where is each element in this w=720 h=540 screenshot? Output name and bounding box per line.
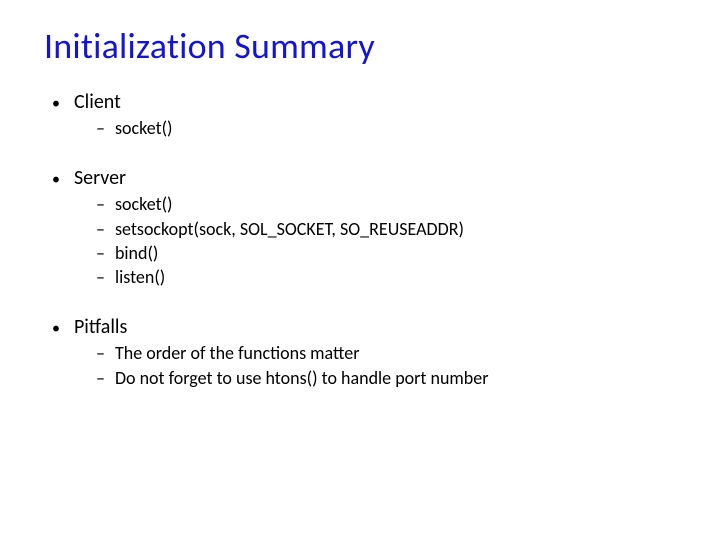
- dash-icon: –: [96, 265, 105, 289]
- subitem-text: The order of the functions matter: [115, 341, 360, 365]
- subitem-text: socket(): [115, 192, 173, 216]
- dash-icon: –: [96, 192, 105, 216]
- bullet-dot-icon: •: [52, 94, 60, 113]
- slide-title: Initialization Summary: [44, 24, 676, 68]
- dash-icon: –: [96, 217, 105, 241]
- subitem-text: socket(): [115, 116, 173, 140]
- bullet-pitfalls: • Pitfalls: [52, 315, 676, 339]
- section-heading: Server: [74, 166, 126, 190]
- subitem-text: listen(): [115, 265, 165, 289]
- dash-icon: –: [96, 116, 105, 140]
- subitem: – Do not forget to use htons() to handle…: [96, 366, 676, 390]
- section-pitfalls: • Pitfalls – The order of the functions …: [44, 315, 676, 390]
- subitem-text: bind(): [115, 241, 158, 265]
- subitem-text: setsockopt(sock, SOL_SOCKET, SO_REUSEADD…: [115, 217, 464, 241]
- dash-icon: –: [96, 366, 105, 390]
- section-server: • Server – socket() – setsockopt(sock, S…: [44, 166, 676, 289]
- bullet-client: • Client: [52, 90, 676, 114]
- bullet-dot-icon: •: [52, 170, 60, 189]
- subitem: – bind(): [96, 241, 676, 265]
- subitem: – listen(): [96, 265, 676, 289]
- subitem: – The order of the functions matter: [96, 341, 676, 365]
- slide: Initialization Summary • Client – socket…: [0, 0, 720, 440]
- dash-icon: –: [96, 241, 105, 265]
- bullet-server: • Server: [52, 166, 676, 190]
- section-heading: Pitfalls: [74, 315, 127, 339]
- section-heading: Client: [74, 90, 121, 114]
- section-client: • Client – socket(): [44, 90, 676, 140]
- subitem-text: Do not forget to use htons() to handle p…: [115, 366, 489, 390]
- subitem: – socket(): [96, 116, 676, 140]
- subitem: – socket(): [96, 192, 676, 216]
- dash-icon: –: [96, 341, 105, 365]
- subitem: – setsockopt(sock, SOL_SOCKET, SO_REUSEA…: [96, 217, 676, 241]
- bullet-dot-icon: •: [52, 319, 60, 338]
